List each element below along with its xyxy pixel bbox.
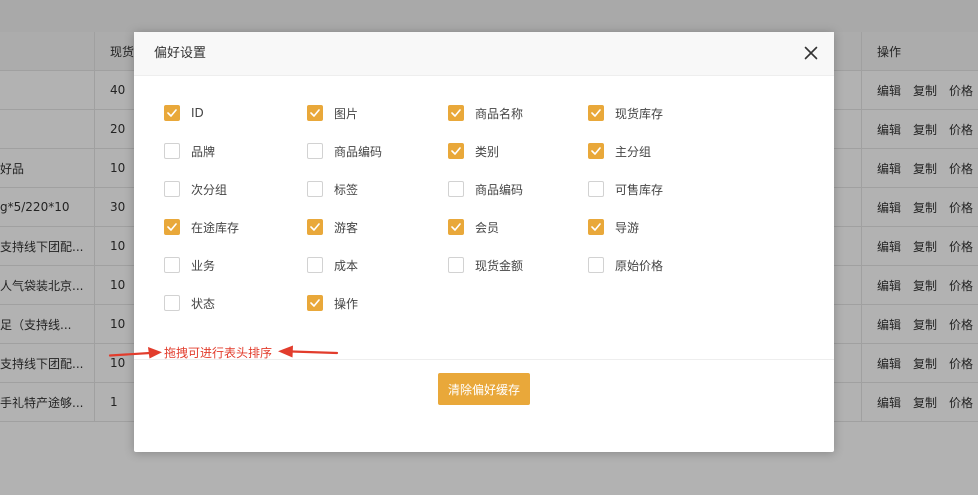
column-option[interactable]: 现货金额 [448, 256, 523, 274]
column-option[interactable]: 操作 [307, 294, 358, 312]
column-checkbox[interactable] [448, 181, 464, 197]
column-checkbox[interactable] [588, 219, 604, 235]
column-checkbox[interactable] [164, 181, 180, 197]
close-button[interactable] [804, 46, 818, 60]
column-checkbox[interactable] [307, 181, 323, 197]
column-option-label: 次分组 [191, 182, 228, 197]
column-option[interactable]: ID [164, 104, 204, 122]
column-option-label: 类别 [475, 144, 500, 159]
checkmark-icon [591, 223, 601, 231]
column-option[interactable]: 标签 [307, 180, 358, 198]
column-option[interactable]: 类别 [448, 142, 499, 160]
column-checkbox[interactable] [448, 257, 464, 273]
column-option[interactable]: 图片 [307, 104, 358, 122]
column-option-label: ID [191, 106, 204, 120]
column-checkbox[interactable] [164, 219, 180, 235]
column-option-label: 状态 [191, 296, 216, 311]
column-option[interactable]: 品牌 [164, 142, 215, 160]
column-option-label: 商品编码 [475, 182, 524, 197]
column-option[interactable]: 游客 [307, 218, 358, 236]
column-option-label: 可售库存 [615, 182, 664, 197]
dialog-header: 偏好设置 [134, 32, 834, 76]
column-checkbox[interactable] [448, 105, 464, 121]
column-option[interactable]: 成本 [307, 256, 358, 274]
column-option-label: 会员 [475, 220, 500, 235]
checkmark-icon [591, 109, 601, 117]
column-option-label: 主分组 [615, 144, 652, 159]
column-option-label: 品牌 [191, 144, 216, 159]
column-option-label: 标签 [334, 182, 359, 197]
column-checkbox[interactable] [307, 105, 323, 121]
column-checkbox[interactable] [307, 143, 323, 159]
column-option-label: 商品名称 [475, 106, 524, 121]
column-checkbox[interactable] [164, 295, 180, 311]
column-checkbox[interactable] [448, 143, 464, 159]
column-checkbox[interactable] [588, 105, 604, 121]
column-option-label: 商品编码 [334, 144, 383, 159]
footer-divider [134, 359, 834, 360]
column-option[interactable]: 会员 [448, 218, 499, 236]
column-option[interactable]: 状态 [164, 294, 215, 312]
checkmark-icon [167, 223, 177, 231]
checkmark-icon [310, 299, 320, 307]
column-option[interactable]: 次分组 [164, 180, 227, 198]
column-option-label: 在途库存 [191, 220, 240, 235]
column-option[interactable]: 业务 [164, 256, 215, 274]
column-option[interactable]: 在途库存 [164, 218, 239, 236]
column-option-label: 现货金额 [475, 258, 524, 273]
column-checkbox[interactable] [307, 295, 323, 311]
clear-preference-cache-button[interactable]: 清除偏好缓存 [438, 373, 530, 405]
column-checkbox[interactable] [164, 143, 180, 159]
column-checkbox[interactable] [164, 257, 180, 273]
column-option-label: 游客 [334, 220, 359, 235]
column-checkbox[interactable] [307, 219, 323, 235]
column-option-label: 图片 [334, 106, 359, 121]
dialog-title: 偏好设置 [154, 46, 207, 61]
checkmark-icon [451, 109, 461, 117]
column-option-label: 导游 [615, 220, 640, 235]
column-option[interactable]: 现货库存 [588, 104, 663, 122]
column-checkbox[interactable] [448, 219, 464, 235]
column-option-label: 成本 [334, 258, 359, 273]
column-option[interactable]: 导游 [588, 218, 639, 236]
column-checkbox[interactable] [588, 143, 604, 159]
column-checkbox[interactable] [307, 257, 323, 273]
checkmark-icon [310, 223, 320, 231]
column-option[interactable]: 商品编码 [448, 180, 523, 198]
close-icon [804, 46, 818, 60]
checkmark-icon [310, 109, 320, 117]
column-checkbox[interactable] [588, 181, 604, 197]
preference-settings-dialog: 偏好设置 ID 图片 商品名称 现货库存 品牌 商品编码 类别 主分组 次分组 标签 商品编码 可售库… [134, 32, 834, 452]
column-option-label: 现货库存 [615, 106, 664, 121]
column-option[interactable]: 主分组 [588, 142, 651, 160]
column-checkbox[interactable] [164, 105, 180, 121]
column-option-label: 原始价格 [615, 258, 664, 273]
checkmark-icon [451, 147, 461, 155]
column-checkbox[interactable] [588, 257, 604, 273]
column-option[interactable]: 可售库存 [588, 180, 663, 198]
checkmark-icon [167, 109, 177, 117]
column-option[interactable]: 原始价格 [588, 256, 663, 274]
checkmark-icon [451, 223, 461, 231]
column-option[interactable]: 商品编码 [307, 142, 382, 160]
column-option-label: 业务 [191, 258, 216, 273]
checkmark-icon [591, 147, 601, 155]
column-option[interactable]: 商品名称 [448, 104, 523, 122]
column-option-label: 操作 [334, 296, 359, 311]
